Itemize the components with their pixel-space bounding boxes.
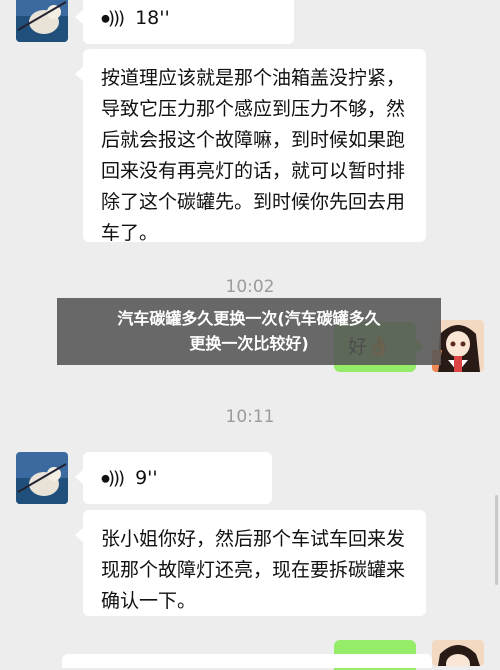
timestamp: 10:11 — [225, 407, 275, 427]
scrollbar-thumb[interactable] — [495, 495, 498, 585]
text-message[interactable]: 按道理应该就是那个油箱盖没拧紧，导致它压力那个感应到压力不够，然后就会报这个故障… — [75, 49, 426, 244]
voice-duration: 9'' — [135, 467, 158, 489]
voice-message[interactable]: ⦁))) 9'' — [75, 452, 272, 504]
text-message[interactable]: 张小姐你好，然后那个车试车回来发现那个故障灯还亮，现在要拆碳罐来确认一下。 — [75, 510, 426, 616]
contact-avatar[interactable] — [16, 452, 68, 504]
voice-wave-icon: ⦁))) — [101, 467, 125, 489]
voice-message[interactable]: ⦁))) 18'' — [75, 0, 294, 44]
my-avatar-partial[interactable] — [432, 640, 484, 666]
avatar-image — [16, 452, 68, 504]
voice-wave-icon: ⦁))) — [101, 7, 125, 29]
banner-line-2: 更换一次比较好) — [189, 334, 309, 353]
message-text: 按道理应该就是那个油箱盖没拧紧，导致它压力那个感应到压力不够，然后就会报这个故障… — [101, 67, 406, 244]
message-text: 张小姐你好，然后那个车试车回来发现那个故障灯还亮，现在要拆碳罐来确认一下。 — [101, 528, 406, 612]
avatar-image — [16, 0, 68, 42]
contact-avatar[interactable] — [16, 0, 68, 42]
voice-duration: 18'' — [135, 7, 170, 29]
timestamp: 10:02 — [225, 277, 275, 297]
article-title-banner: 汽车碳罐多久更换一次(汽车碳罐多久 更换一次比较好) — [57, 298, 441, 365]
anime-avatar-image — [432, 640, 484, 666]
banner-line-1: 汽车碳罐多久更换一次(汽车碳罐多久 — [117, 309, 381, 328]
